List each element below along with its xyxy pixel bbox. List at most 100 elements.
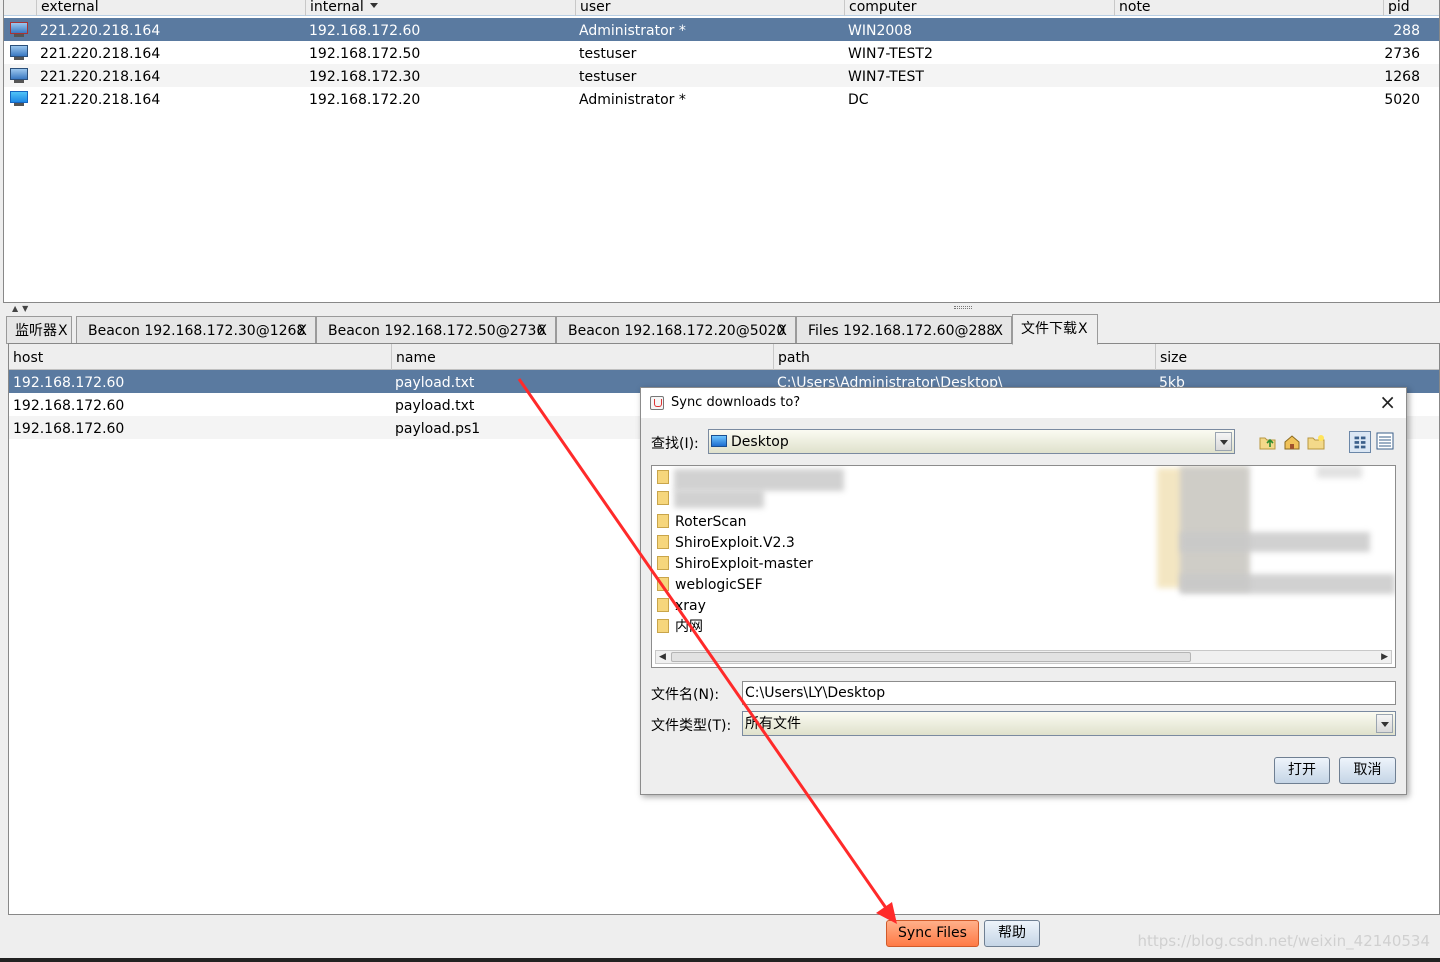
- horizontal-scrollbar[interactable]: ◀ ▶: [655, 650, 1392, 664]
- session-external: 221.220.218.164: [40, 69, 161, 85]
- folder-item[interactable]: ShiroExploit.V2.3: [657, 533, 795, 553]
- tab-close-icon[interactable]: X: [1078, 321, 1088, 337]
- splitter-grip-icon[interactable]: [954, 306, 972, 309]
- session-user: testuser: [579, 69, 637, 85]
- collapse-arrows-icon[interactable]: ▲▼: [12, 304, 32, 313]
- sessions-table-header: external internal user computer note pid: [4, 0, 1439, 16]
- tab-close-icon[interactable]: X: [58, 323, 68, 339]
- scroll-left-icon[interactable]: ◀: [659, 652, 666, 662]
- sync-files-button[interactable]: Sync Files: [886, 920, 979, 947]
- dialog-titlebar[interactable]: Sync downloads to? ×: [641, 388, 1406, 418]
- redacted-item: [674, 469, 844, 491]
- sort-desc-icon: [369, 3, 378, 8]
- filename-input[interactable]: C:\Users\LY\Desktop: [742, 681, 1396, 705]
- tab-label: Beacon 192.168.172.30@1268: [88, 323, 306, 339]
- tab-close-icon[interactable]: X: [537, 317, 547, 345]
- new-folder-icon[interactable]: [1306, 433, 1326, 451]
- watermark: https://blog.csdn.net/weixin_42140534: [1137, 932, 1430, 950]
- file-list[interactable]: RoterScan ShiroExploit.V2.3 ShiroExploit…: [651, 465, 1396, 668]
- tab-label: 监听器: [15, 323, 57, 339]
- cancel-button[interactable]: 取消: [1339, 757, 1396, 784]
- folder-icon: [657, 535, 669, 549]
- tab-close-icon[interactable]: X: [993, 317, 1003, 345]
- tab-label: Files 192.168.172.60@288: [808, 323, 996, 339]
- tab-files-60[interactable]: Files 192.168.172.60@288 X: [796, 316, 1012, 344]
- folder-item[interactable]: RoterScan: [657, 512, 747, 532]
- redacted-item: [1180, 466, 1250, 591]
- session-pid: 1268: [1384, 69, 1420, 85]
- windows-icon: [9, 91, 29, 106]
- folder-name: 内网: [675, 619, 703, 635]
- session-row[interactable]: 221.220.218.164 192.168.172.50 testuser …: [4, 41, 1439, 64]
- tab-downloads[interactable]: 文件下载X: [1012, 314, 1098, 345]
- col-size[interactable]: size: [1155, 344, 1439, 370]
- session-row[interactable]: 221.220.218.164 192.168.172.60 Administr…: [4, 18, 1439, 41]
- col-path[interactable]: path: [773, 344, 1155, 370]
- monitor-icon: [9, 45, 29, 60]
- session-pid: 5020: [1384, 92, 1420, 108]
- col-pid[interactable]: pid: [1383, 0, 1439, 16]
- col-external[interactable]: external: [36, 0, 304, 16]
- download-name: payload.ps1: [395, 421, 481, 437]
- scroll-right-icon[interactable]: ▶: [1381, 652, 1388, 662]
- server-icon: [9, 22, 29, 37]
- folder-item[interactable]: 内网: [657, 617, 703, 637]
- help-button[interactable]: 帮助: [984, 920, 1040, 947]
- tab-close-icon[interactable]: X: [297, 317, 307, 345]
- folder-item[interactable]: weblogicSEF: [657, 575, 763, 595]
- up-folder-icon[interactable]: [1258, 433, 1278, 451]
- java-cup-icon: [650, 396, 664, 410]
- download-host: 192.168.172.60: [13, 421, 125, 437]
- folder-name: ShiroExploit.V2.3: [675, 535, 795, 551]
- home-icon[interactable]: [1282, 433, 1302, 451]
- session-external: 221.220.218.164: [40, 92, 161, 108]
- lookin-value: Desktop: [731, 434, 789, 450]
- col-computer[interactable]: computer: [844, 0, 1113, 16]
- pane-splitter[interactable]: ▲▼: [0, 303, 1440, 313]
- scrollbar-thumb[interactable]: [671, 652, 1191, 662]
- tab-beacon-20[interactable]: Beacon 192.168.172.20@5020 X: [556, 316, 796, 344]
- folder-item[interactable]: ShiroExploit-master: [657, 554, 813, 574]
- redacted-item: [1317, 466, 1362, 478]
- chevron-down-icon[interactable]: [1376, 714, 1393, 733]
- col-note[interactable]: note: [1114, 0, 1383, 16]
- tab-beacon-50[interactable]: Beacon 192.168.172.50@2736 X: [316, 316, 556, 344]
- folder-icon: [657, 619, 669, 633]
- session-pid: 2736: [1384, 46, 1420, 62]
- redacted-item: [674, 490, 764, 508]
- session-computer: DC: [848, 92, 869, 108]
- bottom-toolbar: Sync Files 帮助 https://blog.csdn.net/weix…: [0, 915, 1440, 962]
- session-external: 221.220.218.164: [40, 23, 161, 39]
- col-name[interactable]: name: [391, 344, 773, 370]
- folder-item[interactable]: [657, 470, 675, 490]
- tab-strip: 监听器X Beacon 192.168.172.30@1268 X Beacon …: [0, 313, 1440, 345]
- session-user: Administrator *: [579, 23, 686, 39]
- folder-name: weblogicSEF: [675, 577, 763, 593]
- col-internal[interactable]: internal: [305, 0, 574, 16]
- close-icon[interactable]: ×: [1379, 391, 1396, 413]
- tab-listeners[interactable]: 监听器X: [6, 316, 72, 344]
- filename-label: 文件名(N):: [651, 687, 720, 703]
- session-computer: WIN7-TEST2: [848, 46, 933, 62]
- col-host[interactable]: host: [9, 344, 391, 370]
- col-user[interactable]: user: [575, 0, 844, 16]
- folder-item[interactable]: [657, 491, 675, 511]
- session-row[interactable]: 221.220.218.164 192.168.172.20 Administr…: [4, 87, 1439, 110]
- open-button[interactable]: 打开: [1274, 757, 1330, 784]
- folder-item[interactable]: xray: [657, 596, 706, 616]
- details-view-icon[interactable]: [1376, 432, 1394, 450]
- tab-close-icon[interactable]: X: [777, 317, 787, 345]
- folder-name: RoterScan: [675, 514, 747, 530]
- lookin-combo[interactable]: Desktop: [708, 429, 1235, 454]
- session-pid: 288: [1393, 23, 1420, 39]
- chevron-down-icon[interactable]: [1215, 432, 1232, 451]
- downloads-table-header: host name path size: [9, 344, 1439, 370]
- filetype-combo[interactable]: 所有文件: [742, 711, 1396, 736]
- session-row[interactable]: 221.220.218.164 192.168.172.30 testuser …: [4, 64, 1439, 87]
- list-view-icon[interactable]: [1349, 431, 1371, 453]
- folder-name: xray: [675, 598, 706, 614]
- folder-name: ShiroExploit-master: [675, 556, 813, 572]
- folder-icon: [657, 598, 669, 612]
- session-internal: 192.168.172.30: [309, 69, 421, 85]
- tab-beacon-30[interactable]: Beacon 192.168.172.30@1268 X: [76, 316, 316, 344]
